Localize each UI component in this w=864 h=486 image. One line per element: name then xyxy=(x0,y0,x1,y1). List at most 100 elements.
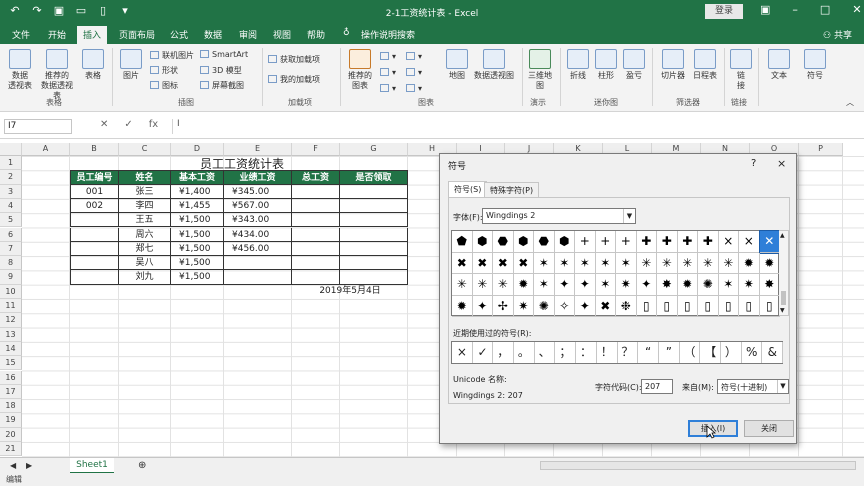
symbol-cell[interactable]: ✺ xyxy=(698,274,719,296)
scroll-thumb[interactable] xyxy=(781,291,786,305)
close-button[interactable]: 关闭 xyxy=(744,420,794,437)
symbol-cell[interactable]: ✧ xyxy=(554,295,575,317)
symbol-cell[interactable]: ⬣ xyxy=(534,231,555,253)
pivot-table-button[interactable]: 数据 透视表 xyxy=(6,49,34,91)
table-cell[interactable]: 李四 xyxy=(119,198,171,214)
table-cell[interactable]: 001 xyxy=(70,184,119,199)
table-cell[interactable]: ¥1,400 xyxy=(171,184,224,199)
symbol-cell[interactable]: ✦ xyxy=(472,295,493,317)
symbol-cell[interactable]: ▯ xyxy=(677,295,698,317)
row-header[interactable]: 8 xyxy=(0,256,22,271)
login-button[interactable]: 登录 xyxy=(705,4,743,19)
symbol-cell[interactable]: ✖ xyxy=(472,252,493,274)
symbol-cell[interactable]: ▯ xyxy=(698,295,719,317)
symbol-cell[interactable]: ✦ xyxy=(636,274,657,296)
recent-symbol-cell[interactable]: ； xyxy=(556,342,577,363)
table-cell[interactable] xyxy=(292,256,340,271)
hierarchy-chart-icon[interactable]: ▾ xyxy=(406,52,422,61)
table-cell[interactable] xyxy=(340,227,408,242)
symbol-cell[interactable]: ✢ xyxy=(493,295,514,317)
table-header-cell[interactable]: 基本工资 xyxy=(171,170,224,185)
recent-symbol-cell[interactable]: 。 xyxy=(514,342,535,363)
table-button[interactable]: 表格 xyxy=(80,49,106,81)
font-select[interactable]: Wingdings 2 ▼ xyxy=(482,208,636,224)
symbol-cell[interactable]: ✚ xyxy=(677,231,698,253)
symbol-cell[interactable]: ⬣ xyxy=(493,231,514,253)
table-cell[interactable]: 周六 xyxy=(119,227,171,242)
row-header[interactable]: 12 xyxy=(0,313,22,328)
symbol-cell[interactable]: ✹ xyxy=(759,252,780,274)
table-cell[interactable]: ¥1,500 xyxy=(171,213,224,228)
char-code-input[interactable]: 207 xyxy=(641,379,673,394)
add-sheet-icon[interactable]: ⊕ xyxy=(138,460,146,471)
table-cell[interactable] xyxy=(292,213,340,228)
scroll-down-icon[interactable]: ▼ xyxy=(780,307,785,314)
enter-icon[interactable]: ✓ xyxy=(124,119,132,130)
row-header[interactable]: 9 xyxy=(0,270,22,285)
tab-file[interactable]: 文件 xyxy=(12,28,30,41)
table-header-cell[interactable]: 员工编号 xyxy=(70,170,119,185)
table-header-cell[interactable]: 总工资 xyxy=(292,170,340,185)
symbol-cell[interactable]: ✸ xyxy=(759,274,780,296)
symbol-cell[interactable]: ✶ xyxy=(595,274,616,296)
symbol-cell[interactable]: ✹ xyxy=(452,295,473,317)
recent-symbol-cell[interactable]: ？ xyxy=(618,342,639,363)
tab-formulas[interactable]: 公式 xyxy=(170,28,188,41)
next-sheet-icon[interactable]: ▶ xyxy=(26,461,32,470)
table-cell[interactable] xyxy=(292,241,340,257)
symbol-cell[interactable]: ✦ xyxy=(575,274,596,296)
row-header[interactable]: 16 xyxy=(0,370,22,385)
table-cell[interactable]: ¥345.00 xyxy=(224,184,292,199)
row-header[interactable]: 20 xyxy=(0,427,22,442)
3d-models-button[interactable]: 3D 模型 xyxy=(200,65,242,76)
table-cell[interactable]: ¥1,500 xyxy=(171,256,224,271)
symbol-cell[interactable]: ✷ xyxy=(739,274,760,296)
row-header[interactable]: 4 xyxy=(0,198,22,214)
horizontal-scrollbar[interactable] xyxy=(540,461,856,470)
table-cell[interactable]: 002 xyxy=(70,198,119,214)
select-all-corner[interactable] xyxy=(0,143,22,156)
symbol-cell[interactable]: ✖ xyxy=(452,252,473,274)
symbol-cell[interactable]: ✹ xyxy=(677,274,698,296)
tab-symbols[interactable]: 符号(S) xyxy=(448,181,488,197)
text-button[interactable]: 文本 xyxy=(766,49,792,81)
row-header[interactable]: 17 xyxy=(0,384,22,400)
tab-view[interactable]: 视图 xyxy=(273,28,291,41)
table-cell[interactable]: 张三 xyxy=(119,184,171,199)
pivot-chart-button[interactable]: 数据透视图 xyxy=(472,49,516,81)
screenshot-button[interactable]: 屏幕截图 xyxy=(200,80,244,91)
table-header-cell[interactable]: 姓名 xyxy=(119,170,171,185)
tab-insert[interactable]: 插入 xyxy=(77,26,108,44)
table-cell[interactable] xyxy=(340,213,408,228)
tab-data[interactable]: 数据 xyxy=(204,28,222,41)
recent-symbol-cell[interactable]: % xyxy=(742,342,763,363)
table-cell[interactable] xyxy=(292,227,340,242)
symbol-cell[interactable]: ✶ xyxy=(616,252,637,274)
symbol-cell[interactable]: ✚ xyxy=(698,231,719,253)
row-header[interactable]: 15 xyxy=(0,356,22,371)
row-header[interactable]: 1 xyxy=(0,156,22,171)
column-header[interactable]: A xyxy=(22,143,70,156)
icons-button[interactable]: 图标 xyxy=(150,80,178,91)
shapes-button[interactable]: 形状 xyxy=(150,65,178,76)
table-cell[interactable] xyxy=(340,270,408,285)
minimize-icon[interactable]: – xyxy=(792,3,798,16)
symbol-cell[interactable]: ✺ xyxy=(534,295,555,317)
symbol-cell[interactable]: + xyxy=(575,231,596,253)
pie-chart-icon[interactable]: ▾ xyxy=(380,84,396,93)
symbol-cell[interactable]: ✹ xyxy=(739,252,760,274)
symbol-cell[interactable]: ✳ xyxy=(718,252,739,274)
row-header[interactable]: 5 xyxy=(0,213,22,228)
symbol-cell[interactable]: + xyxy=(616,231,637,253)
table-cell[interactable] xyxy=(340,184,408,199)
recent-symbol-cell[interactable]: ， xyxy=(493,342,515,363)
table-cell[interactable]: ¥1,455 xyxy=(171,198,224,214)
symbol-cell[interactable]: ✳ xyxy=(677,252,698,274)
symbol-cell[interactable]: ✖ xyxy=(595,295,616,317)
tell-me-search[interactable]: 操作说明搜索 xyxy=(361,28,415,41)
recent-symbol-cell[interactable]: & xyxy=(763,342,784,363)
table-cell[interactable] xyxy=(224,270,292,285)
symbol-cell[interactable]: ✳ xyxy=(452,274,473,296)
symbol-cell[interactable]: ✷ xyxy=(513,295,534,317)
table-cell[interactable] xyxy=(292,184,340,199)
